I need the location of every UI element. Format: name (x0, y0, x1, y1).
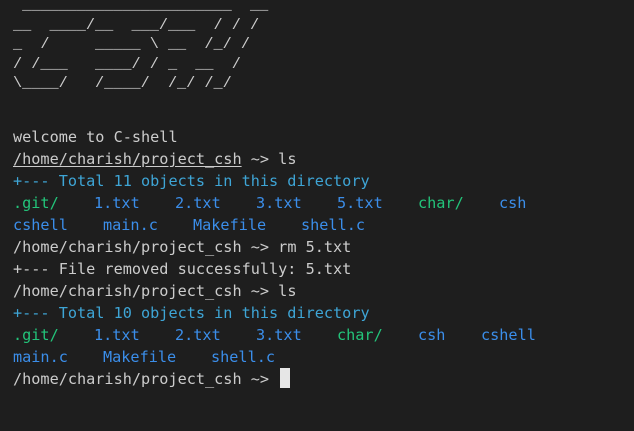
prompt-path: /home/charish/project_csh (13, 370, 242, 388)
list-item: 1.txt (94, 326, 140, 344)
prompt-path: /home/charish/project_csh (13, 282, 242, 300)
prompt-line: /home/charish/project_csh ~> rm 5.txt (13, 236, 634, 258)
prompt-line[interactable]: /home/charish/project_csh ~> (13, 368, 634, 390)
command-text: ls (278, 282, 297, 300)
ls-output-row: cshell main.c Makefile shell.c (13, 214, 634, 236)
info-line: +--- Total 10 objects in this directory (13, 304, 370, 322)
welcome-message: welcome to C-shell (13, 128, 178, 146)
list-item: main.c (13, 348, 68, 366)
status-line: +--- File removed successfully: 5.txt (13, 260, 352, 278)
list-item: Makefile (193, 216, 267, 234)
list-item: cshell (481, 326, 536, 344)
list-item: char/ (337, 326, 383, 344)
command-text: rm 5.txt (278, 238, 352, 256)
prompt-line: /home/charish/project_csh ~> ls (13, 280, 634, 302)
list-item: main.c (103, 216, 158, 234)
prompt-arrow: ~> (241, 370, 279, 388)
list-item: shell.c (211, 348, 276, 366)
ascii-banner: _______________________ __ __ ____/__ __… (13, 0, 269, 93)
list-item: 5.txt (337, 194, 383, 212)
ls-output-row: .git/ 1.txt 2.txt 3.txt char/ csh cshell (13, 324, 634, 346)
list-item: 2.txt (175, 326, 221, 344)
info-line: +--- Total 11 objects in this directory (13, 172, 370, 190)
list-item: cshell (13, 216, 68, 234)
list-item: 3.txt (256, 194, 302, 212)
list-item: 3.txt (256, 326, 302, 344)
prompt-line: /home/charish/project_csh ~> ls (13, 148, 634, 170)
list-item: csh (418, 326, 446, 344)
prompt-arrow: ~> (241, 238, 279, 256)
list-item: shell.c (301, 216, 366, 234)
prompt-path: /home/charish/project_csh (13, 238, 242, 256)
list-item: csh (499, 194, 527, 212)
ls-output-row: main.c Makefile shell.c (13, 346, 634, 368)
prompt-arrow: ~> (241, 282, 279, 300)
list-item: char/ (418, 194, 464, 212)
list-item: 2.txt (175, 194, 221, 212)
ls-output-row: .git/ 1.txt 2.txt 3.txt 5.txt char/ csh (13, 192, 634, 214)
list-item: Makefile (103, 348, 177, 366)
terminal-output: welcome to C-shell /home/charish/project… (13, 126, 634, 390)
prompt-path: /home/charish/project_csh (13, 150, 242, 168)
command-text: ls (278, 150, 297, 168)
terminal-window[interactable]: _______________________ __ __ ____/__ __… (0, 0, 634, 431)
text-cursor (280, 368, 291, 388)
list-item: 1.txt (94, 194, 140, 212)
list-item: .git/ (13, 326, 59, 344)
list-item: .git/ (13, 194, 59, 212)
prompt-arrow: ~> (241, 150, 279, 168)
